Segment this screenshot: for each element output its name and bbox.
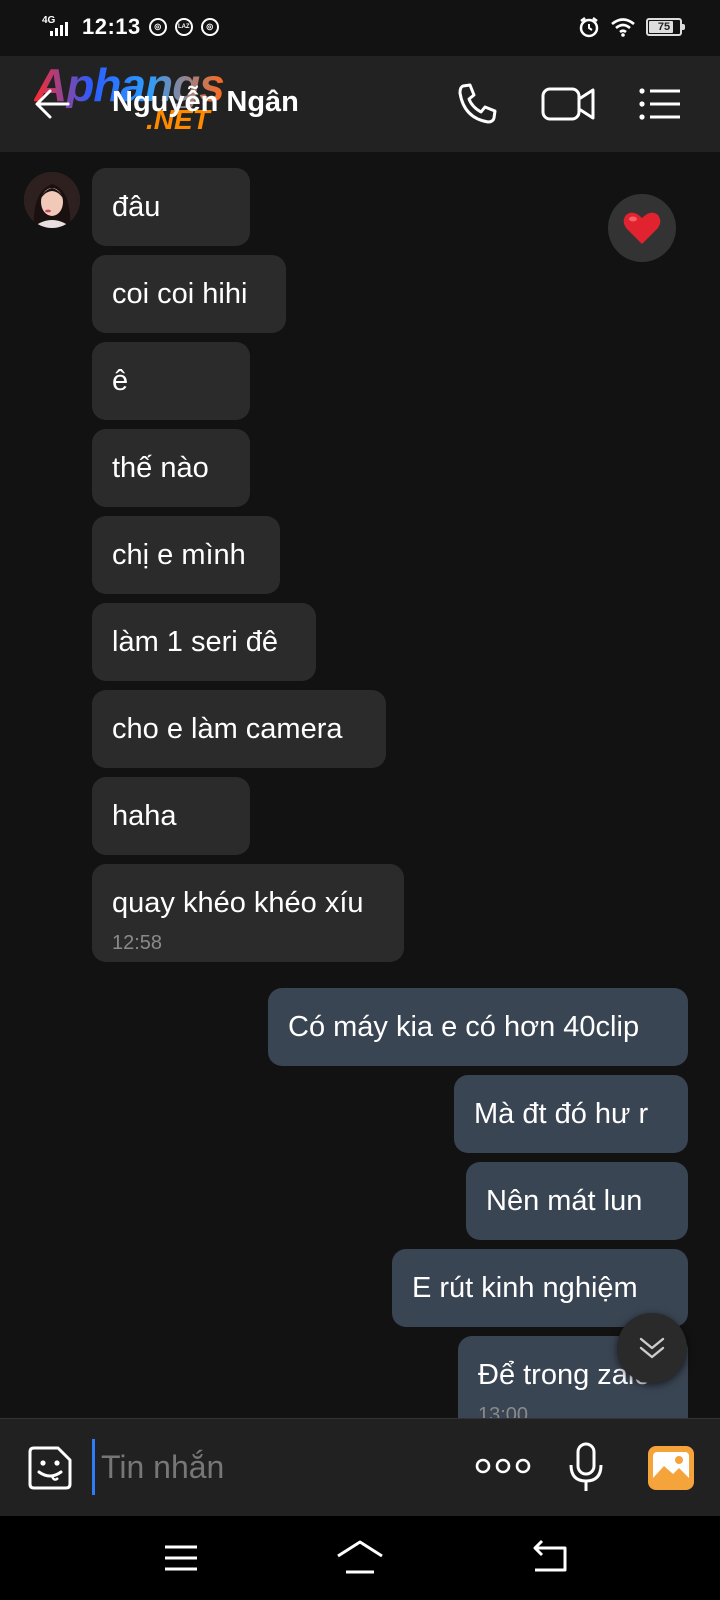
call-button[interactable] xyxy=(452,78,504,130)
incoming-message[interactable]: ê xyxy=(92,342,250,420)
avatar-photo-icon xyxy=(24,172,80,228)
incoming-message[interactable]: thế nào xyxy=(92,429,250,507)
incoming-message[interactable]: đâu xyxy=(92,168,250,246)
back-arrow-icon xyxy=(35,89,70,119)
menu-list-icon xyxy=(639,88,680,120)
chrome-icon: ◎ xyxy=(200,18,219,36)
video-call-button[interactable] xyxy=(540,78,598,130)
wifi-icon xyxy=(611,18,635,37)
more-button[interactable] xyxy=(474,1451,532,1481)
message-text: chị e mình xyxy=(112,539,246,571)
incoming-message[interactable]: haha xyxy=(92,777,250,855)
message-text: Mà đt đó hư r xyxy=(474,1098,649,1130)
clock: 12:13 xyxy=(82,14,141,39)
chrome-icon: ◎ xyxy=(148,18,167,36)
chat-header: Aphangs .NET Nguyễn Ngân xyxy=(0,56,720,152)
message-list[interactable]: đâu coi coi hihi ê thế nào chị e mình là… xyxy=(0,152,720,1418)
voice-message-button[interactable] xyxy=(566,1441,606,1495)
alarm-icon xyxy=(579,17,599,38)
incoming-message[interactable]: làm 1 seri đê xyxy=(92,603,316,681)
sticker-button[interactable] xyxy=(26,1444,74,1492)
home-button[interactable] xyxy=(335,1536,385,1580)
message-text: ê xyxy=(112,365,129,397)
message-text: đâu xyxy=(112,191,161,223)
battery-level: 75 xyxy=(657,21,671,33)
back-button[interactable] xyxy=(30,82,74,126)
incoming-message[interactable]: quay khéo khéo xíu 12:58 xyxy=(92,864,404,962)
scroll-to-bottom-button[interactable] xyxy=(617,1313,687,1383)
message-text: cho e làm camera xyxy=(112,713,343,745)
message-text: thế nào xyxy=(112,452,209,484)
message-time: 13:00 xyxy=(478,1404,529,1418)
message-time: 12:58 xyxy=(112,932,163,954)
message-composer: Tin nhắn xyxy=(0,1418,720,1516)
signal-indicator: 4G xyxy=(42,16,74,38)
outgoing-message[interactable]: Có máy kia e có hơn 40clip xyxy=(268,988,688,1066)
double-chevron-down-icon xyxy=(639,1337,665,1359)
status-left: 4G 12:13 ◎ LAZ ◎ xyxy=(42,14,219,40)
status-bar: 4G 12:13 ◎ LAZ ◎ 75 xyxy=(0,0,720,56)
gallery-button[interactable] xyxy=(646,1444,696,1492)
incoming-message[interactable]: coi coi hihi xyxy=(92,255,286,333)
contact-avatar[interactable] xyxy=(24,172,80,228)
home-icon xyxy=(337,1540,383,1574)
message-text: Có máy kia e có hơn 40clip xyxy=(288,1011,640,1043)
message-text: Nên mát lun xyxy=(486,1185,643,1217)
menu-button[interactable] xyxy=(636,78,684,130)
more-dots-icon xyxy=(475,1458,531,1474)
message-text: haha xyxy=(112,800,177,832)
contact-name[interactable]: Nguyễn Ngân xyxy=(112,86,299,119)
microphone-icon xyxy=(569,1442,603,1491)
message-input[interactable]: Tin nhắn xyxy=(92,1439,452,1495)
sticker-emoji-icon xyxy=(28,1446,72,1490)
recent-apps-button[interactable] xyxy=(156,1536,206,1580)
battery-icon: 75 xyxy=(646,18,685,36)
message-text: quay khéo khéo xíu xyxy=(112,887,364,919)
signal-icon xyxy=(50,22,68,36)
outgoing-message[interactable]: Mà đt đó hư r xyxy=(454,1075,688,1153)
heart-icon xyxy=(623,212,661,244)
message-text: E rút kinh nghiệm xyxy=(412,1272,638,1304)
video-call-icon xyxy=(541,87,595,121)
status-right: 75 xyxy=(578,16,685,38)
message-text: làm 1 seri đê xyxy=(112,626,279,658)
message-text: coi coi hihi xyxy=(112,278,248,310)
system-navigation-bar xyxy=(0,1516,720,1600)
incoming-message[interactable]: cho e làm camera xyxy=(92,690,386,768)
incoming-message[interactable]: chị e mình xyxy=(92,516,280,594)
lazada-icon: LAZ xyxy=(174,18,193,36)
back-nav-button[interactable] xyxy=(525,1536,575,1580)
return-arrow-icon xyxy=(533,1539,567,1572)
phone-icon xyxy=(458,83,497,124)
reaction-button[interactable] xyxy=(608,194,676,262)
menu-lines-icon xyxy=(165,1545,197,1571)
outgoing-message[interactable]: Nên mát lun xyxy=(466,1162,688,1240)
gallery-icon xyxy=(648,1446,694,1490)
